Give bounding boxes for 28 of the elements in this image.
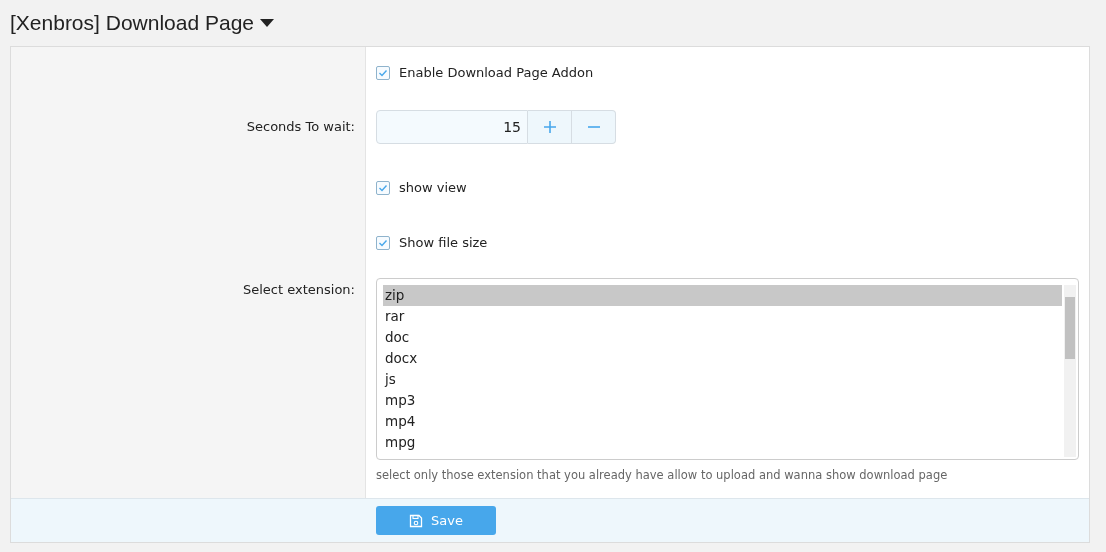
help-text: select only those extension that you already have allow to upload and wanna show download page [376, 468, 949, 482]
list-option[interactable]: rar [383, 306, 1062, 327]
list-option[interactable]: js [383, 369, 1062, 390]
checkmark-icon [378, 237, 388, 248]
checkbox[interactable] [376, 235, 390, 250]
checkbox-label: Show file size [399, 235, 488, 250]
decrement-button[interactable] [572, 110, 616, 144]
checkbox-label: show view [399, 180, 467, 195]
checkbox-label: Enable Download Page Addon [399, 65, 594, 80]
increment-button[interactable] [528, 110, 572, 144]
list-option[interactable]: docx [383, 348, 1062, 369]
list-option[interactable]: zip [383, 285, 1062, 306]
extension-listbox[interactable]: zip rar doc docx js mp3 mp4 mpg [376, 278, 1079, 460]
list-option[interactable]: mp4 [383, 411, 1062, 432]
number-input[interactable]: 15 [376, 110, 528, 144]
list-option[interactable]: mpg [383, 432, 1062, 453]
checkbox[interactable] [376, 180, 390, 195]
list-option[interactable]: doc [383, 327, 1062, 348]
list-option[interactable]: mp3 [383, 390, 1062, 411]
checkbox[interactable] [376, 65, 390, 80]
scrollbar[interactable] [1064, 285, 1076, 457]
plus-icon [543, 121, 556, 133]
checkmark-icon [378, 182, 388, 193]
field-label: Seconds To wait: [246, 119, 355, 134]
checkmark-icon [378, 67, 388, 78]
page-title: [Xenbros] Download Page [10, 11, 254, 35]
field-label: Select extension: [243, 282, 355, 297]
caret-icon[interactable] [260, 18, 274, 28]
